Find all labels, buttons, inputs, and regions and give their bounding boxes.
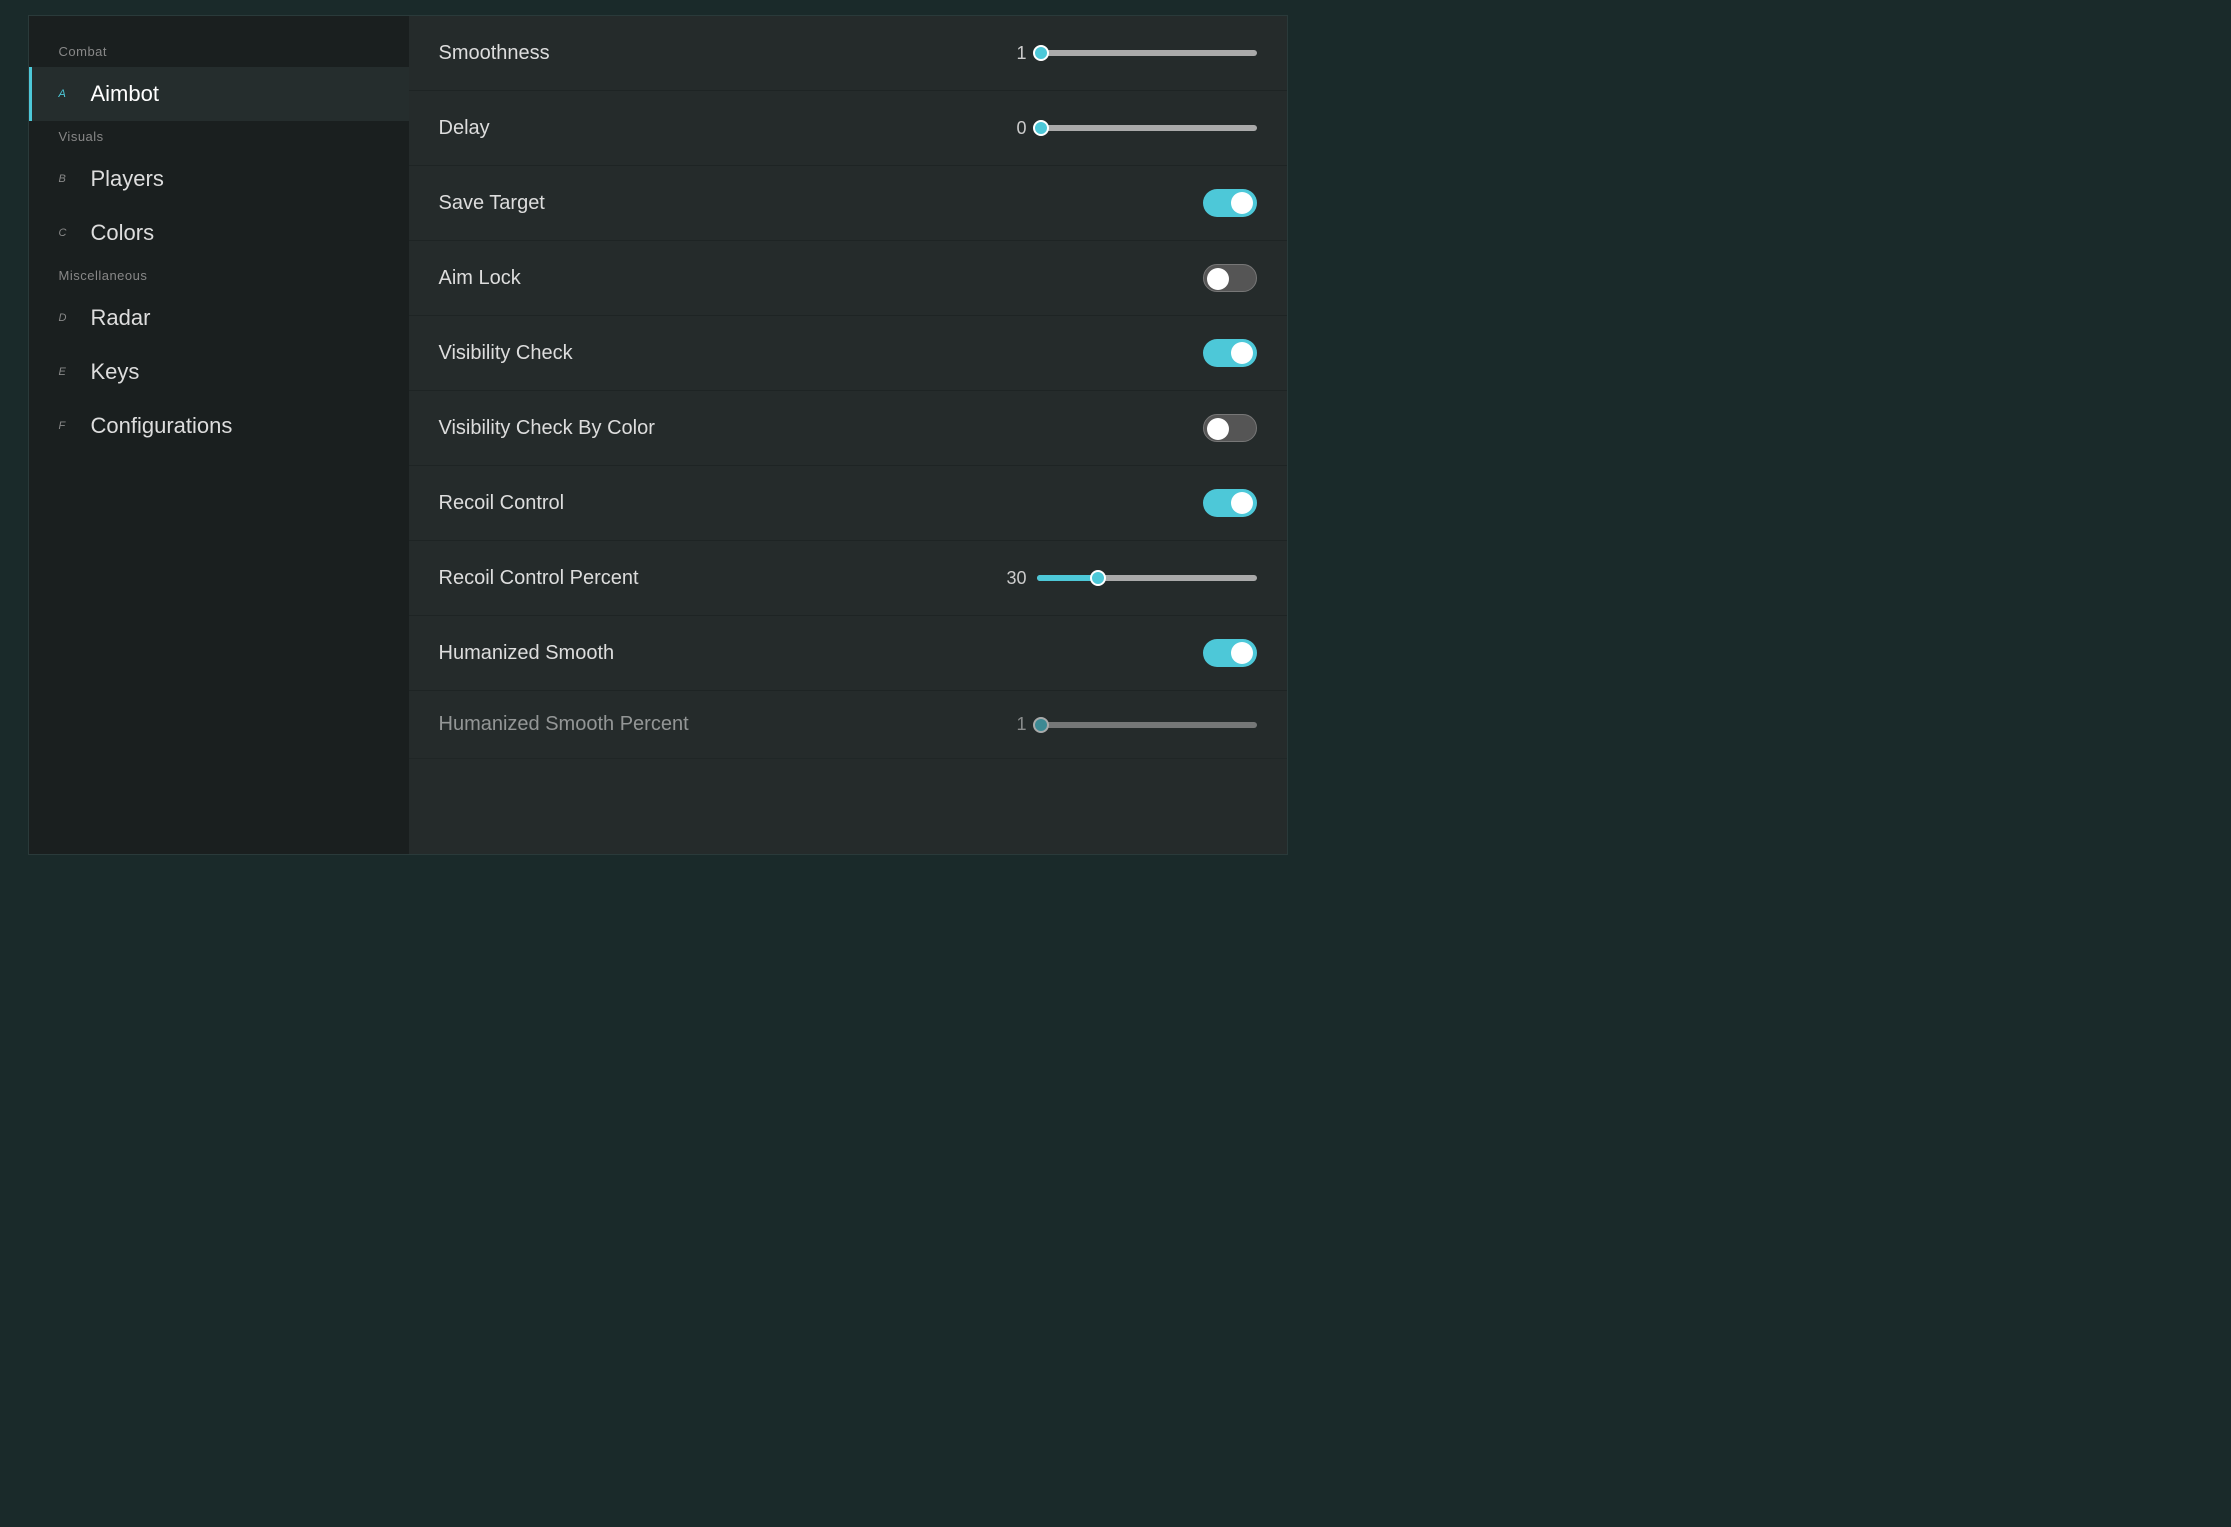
nav-label: Colors	[91, 220, 155, 246]
slider-thumb[interactable]	[1033, 120, 1049, 136]
setting-name: Smoothness	[439, 42, 550, 65]
slider-value: 0	[992, 118, 1027, 139]
sidebar-item-keys[interactable]: E Keys	[29, 345, 409, 399]
nav-key: B	[59, 173, 79, 185]
slider-value: 1	[992, 43, 1027, 64]
slider-thumb[interactable]	[1033, 45, 1049, 61]
nav-key: C	[59, 227, 79, 239]
section-label: Visuals	[29, 121, 409, 152]
slider-track[interactable]	[1037, 575, 1257, 581]
slider-container[interactable]: 0	[992, 118, 1257, 139]
toggle-knob	[1207, 418, 1229, 440]
slider-value: 30	[992, 568, 1027, 589]
sidebar-item-aimbot[interactable]: A Aimbot	[29, 67, 409, 121]
setting-name: Visibility Check By Color	[439, 417, 655, 440]
toggle-on[interactable]	[1203, 189, 1257, 217]
setting-control	[1203, 639, 1257, 667]
toggle-knob	[1231, 192, 1253, 214]
setting-row-recoil-control[interactable]: Recoil Control	[409, 466, 1287, 541]
slider-track[interactable]	[1037, 125, 1257, 131]
setting-name: Recoil Control	[439, 492, 565, 515]
slider-thumb[interactable]	[1033, 717, 1049, 733]
toggle-knob	[1231, 642, 1253, 664]
nav-key: E	[59, 366, 79, 378]
nav-label: Radar	[91, 305, 151, 331]
setting-name: Humanized Smooth	[439, 642, 615, 665]
setting-row-visibility-check-by-color[interactable]: Visibility Check By Color	[409, 391, 1287, 466]
toggle-knob	[1207, 268, 1229, 290]
slider-fill	[1037, 575, 1099, 581]
sidebar-item-colors[interactable]: C Colors	[29, 206, 409, 260]
nav-label: Configurations	[91, 413, 233, 439]
toggle-off[interactable]	[1203, 264, 1257, 292]
nav-label: Keys	[91, 359, 140, 385]
toggle-knob	[1231, 342, 1253, 364]
setting-row-humanized-smooth[interactable]: Humanized Smooth	[409, 616, 1287, 691]
setting-control	[1203, 339, 1257, 367]
slider-track[interactable]	[1037, 50, 1257, 56]
setting-name: Save Target	[439, 192, 545, 215]
toggle-on[interactable]	[1203, 639, 1257, 667]
nav-key: A	[59, 88, 79, 100]
section-label: Miscellaneous	[29, 260, 409, 291]
toggle-off[interactable]	[1203, 414, 1257, 442]
setting-name: Recoil Control Percent	[439, 567, 639, 590]
slider-thumb[interactable]	[1090, 570, 1106, 586]
setting-row-aim-lock[interactable]: Aim Lock	[409, 241, 1287, 316]
setting-row-humanized-smooth-percent[interactable]: Humanized Smooth Percent 1	[409, 691, 1287, 759]
setting-control	[1203, 264, 1257, 292]
setting-control: 30	[992, 568, 1257, 589]
slider-track[interactable]	[1037, 722, 1257, 728]
main-content: Smoothness 1 Delay 0 Save Target Aim Lock Visi…	[409, 16, 1287, 854]
setting-control: 1	[992, 714, 1257, 735]
toggle-on[interactable]	[1203, 489, 1257, 517]
sidebar-item-radar[interactable]: D Radar	[29, 291, 409, 345]
setting-name: Visibility Check	[439, 342, 573, 365]
setting-control: 0	[992, 118, 1257, 139]
toggle-on[interactable]	[1203, 339, 1257, 367]
setting-control	[1203, 414, 1257, 442]
setting-row-delay[interactable]: Delay 0	[409, 91, 1287, 166]
nav-label: Players	[91, 166, 164, 192]
nav-key: D	[59, 312, 79, 324]
setting-row-save-target[interactable]: Save Target	[409, 166, 1287, 241]
slider-container[interactable]: 30	[992, 568, 1257, 589]
nav-label: Aimbot	[91, 81, 159, 107]
sidebar-item-players[interactable]: B Players	[29, 152, 409, 206]
slider-container[interactable]: 1	[992, 43, 1257, 64]
slider-container[interactable]: 1	[992, 714, 1257, 735]
sidebar: Combat A Aimbot Visuals B Players C Colors Misce…	[29, 16, 409, 854]
sidebar-item-configurations[interactable]: F Configurations	[29, 399, 409, 453]
setting-name: Aim Lock	[439, 267, 521, 290]
nav-key: F	[59, 420, 79, 432]
setting-row-smoothness[interactable]: Smoothness 1	[409, 16, 1287, 91]
toggle-knob	[1231, 492, 1253, 514]
setting-control	[1203, 189, 1257, 217]
slider-value: 1	[992, 714, 1027, 735]
app-container: Combat A Aimbot Visuals B Players C Colors Misce…	[28, 15, 1288, 855]
setting-control	[1203, 489, 1257, 517]
setting-row-recoil-control-percent[interactable]: Recoil Control Percent 30	[409, 541, 1287, 616]
settings-list[interactable]: Smoothness 1 Delay 0 Save Target Aim Lock Visi…	[409, 16, 1287, 854]
setting-name: Humanized Smooth Percent	[439, 713, 689, 736]
setting-control: 1	[992, 43, 1257, 64]
setting-name: Delay	[439, 117, 490, 140]
section-label: Combat	[29, 36, 409, 67]
setting-row-visibility-check[interactable]: Visibility Check	[409, 316, 1287, 391]
